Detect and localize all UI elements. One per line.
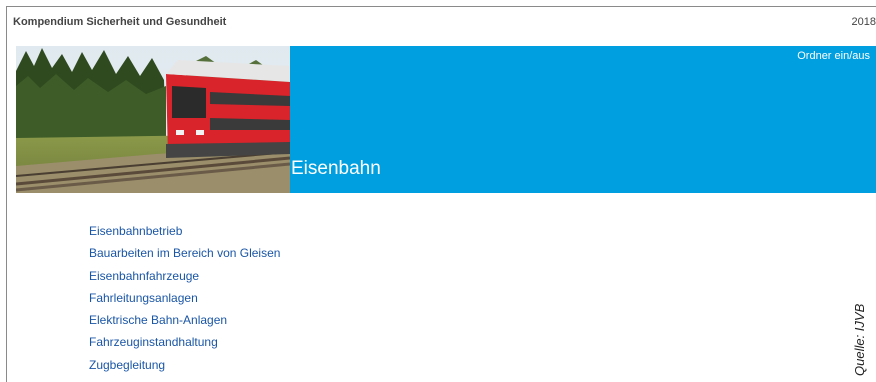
hero-banner: Ordner ein/aus Eisenbahn [290,46,876,193]
link-eisenbahnbetrieb[interactable]: Eisenbahnbetrieb [89,220,280,242]
page-title: Eisenbahn [291,158,381,179]
link-eisenbahnfahrzeuge[interactable]: Eisenbahnfahrzeuge [89,265,280,287]
app-title: Kompendium Sicherheit und Gesundheit [13,16,227,28]
link-fahrzeuginstandhaltung[interactable]: Fahrzeuginstandhaltung [89,331,280,353]
link-zugbegleitung[interactable]: Zugbegleitung [89,354,280,376]
folder-toggle-link[interactable]: Ordner ein/aus [797,50,870,62]
topic-link-list: Eisenbahnbetrieb Bauarbeiten im Bereich … [89,220,280,376]
link-fahrleitungsanlagen[interactable]: Fahrleitungsanlagen [89,287,280,309]
image-source-credit: Quelle: IJVB [852,303,867,376]
link-bauarbeiten-gleise[interactable]: Bauarbeiten im Bereich von Gleisen [89,242,280,264]
train-photo [16,46,290,193]
year-label: 2018 [851,16,876,28]
link-elektrische-bahn-anlagen[interactable]: Elektrische Bahn-Anlagen [89,309,280,331]
